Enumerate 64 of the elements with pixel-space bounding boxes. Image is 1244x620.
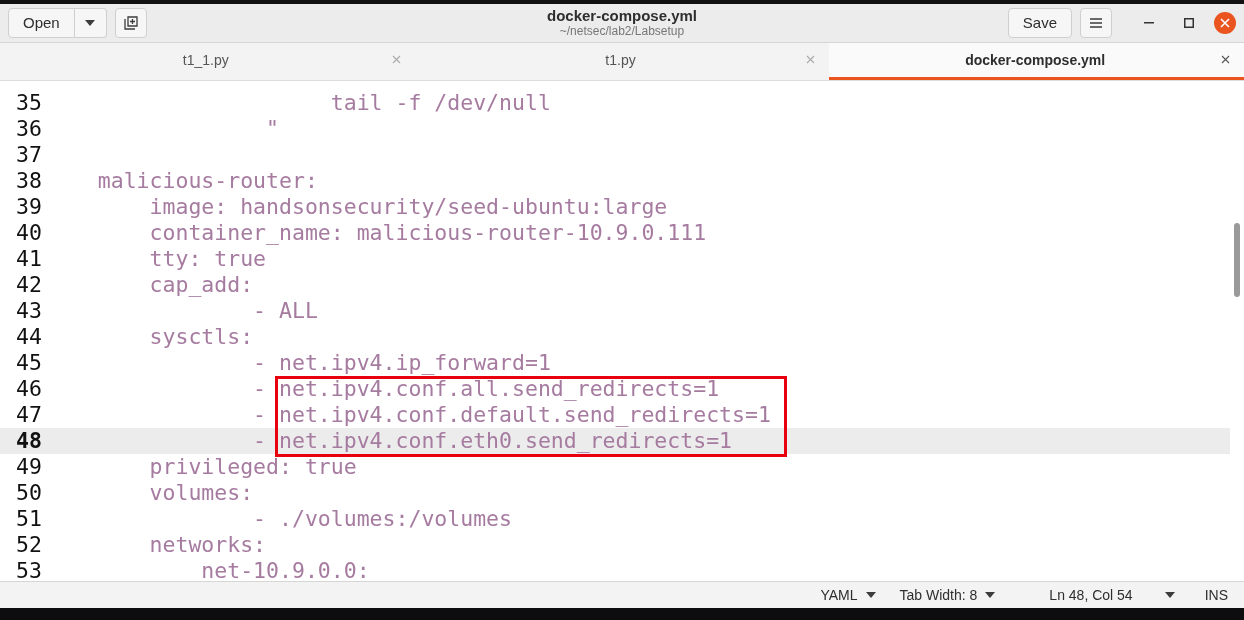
line-number: 51 — [15, 506, 43, 532]
code-line: - net.ipv4.conf.all.send_redirects=1 — [252, 376, 720, 402]
maximize-icon — [1184, 17, 1194, 28]
close-icon[interactable] — [1221, 55, 1230, 65]
tab[interactable]: t1_1.py — [0, 42, 415, 80]
close-icon — [1220, 17, 1230, 28]
line-number: 45 — [15, 350, 43, 376]
code-line: - net.ipv4.conf.eth0.send_redirects=1 — [252, 428, 733, 454]
line-number: 42 — [15, 272, 43, 298]
minimize-icon — [1144, 21, 1154, 24]
line-number: 36 — [15, 116, 43, 142]
file-path: ~/netsec/lab2/Labsetup — [559, 24, 685, 39]
menu-icon — [1090, 17, 1102, 28]
new-tab-button[interactable] — [114, 7, 147, 38]
caret-icon — [1164, 592, 1175, 599]
line-number: 38 — [15, 168, 43, 194]
caret-icon — [985, 592, 996, 599]
line-number: 35 — [15, 90, 43, 116]
tab[interactable]: t1.py — [414, 42, 830, 80]
save-button[interactable]: Save — [1007, 7, 1072, 38]
scrollbar-thumb[interactable] — [1234, 222, 1240, 297]
insert-mode: INS — [1203, 587, 1228, 604]
tab[interactable]: docker-compose.yml — [829, 42, 1244, 80]
code-line: tail -f /dev/null — [329, 90, 551, 116]
line-number: 49 — [15, 454, 43, 480]
line-number: 40 — [15, 220, 43, 246]
code-line: sysctls: — [148, 324, 254, 350]
code-line: - net.ipv4.conf.default.send_redirects=1 — [252, 402, 771, 428]
cursor-position: Ln 48, Col 54 — [1048, 587, 1134, 604]
caret-icon — [85, 19, 96, 26]
line-number: 50 — [15, 480, 43, 506]
line-number: 43 — [15, 298, 43, 324]
line-number: 52 — [15, 532, 43, 558]
line-number: 53 — [15, 558, 43, 582]
code-line: - ALL — [252, 298, 318, 324]
open-menu-button[interactable] — [74, 7, 107, 38]
tab-width-dropdown[interactable]: Tab Width: 8 — [887, 587, 1008, 604]
code-line: malicious-router: — [96, 168, 318, 194]
open-button[interactable]: Open — [8, 7, 75, 38]
new-tab-icon — [123, 15, 138, 30]
code-line: tty: true — [148, 246, 267, 272]
line-number: 41 — [15, 246, 43, 272]
code-line: privileged: true — [148, 454, 357, 480]
position-dropdown[interactable] — [1164, 592, 1175, 599]
line-number: 47 — [15, 402, 43, 428]
language-dropdown[interactable]: YAML — [808, 587, 888, 604]
line-number: 48 — [15, 428, 43, 454]
code-line: net-10.9.0.0: — [200, 558, 370, 582]
code-line: image: handsonsecurity/seed-ubuntu:large — [148, 194, 668, 220]
code-line: - ./volumes:/volumes — [252, 506, 512, 532]
caret-icon — [865, 592, 876, 599]
window-title: docker-compose.yml — [546, 7, 698, 25]
line-number: 46 — [15, 376, 43, 402]
line-number: 44 — [15, 324, 43, 350]
code-line: - net.ipv4.ip_forward=1 — [252, 350, 551, 376]
code-line: container_name: malicious-router-10.9.0.111 — [148, 220, 707, 246]
line-number: 39 — [15, 194, 43, 220]
menu-button[interactable] — [1080, 7, 1112, 38]
code-line: volumes: — [148, 480, 254, 506]
code-line: " — [265, 116, 279, 142]
code-line: cap_add: — [148, 272, 254, 298]
close-button[interactable] — [1214, 11, 1236, 34]
code-line: networks: — [148, 532, 267, 558]
line-number: 37 — [15, 142, 43, 168]
